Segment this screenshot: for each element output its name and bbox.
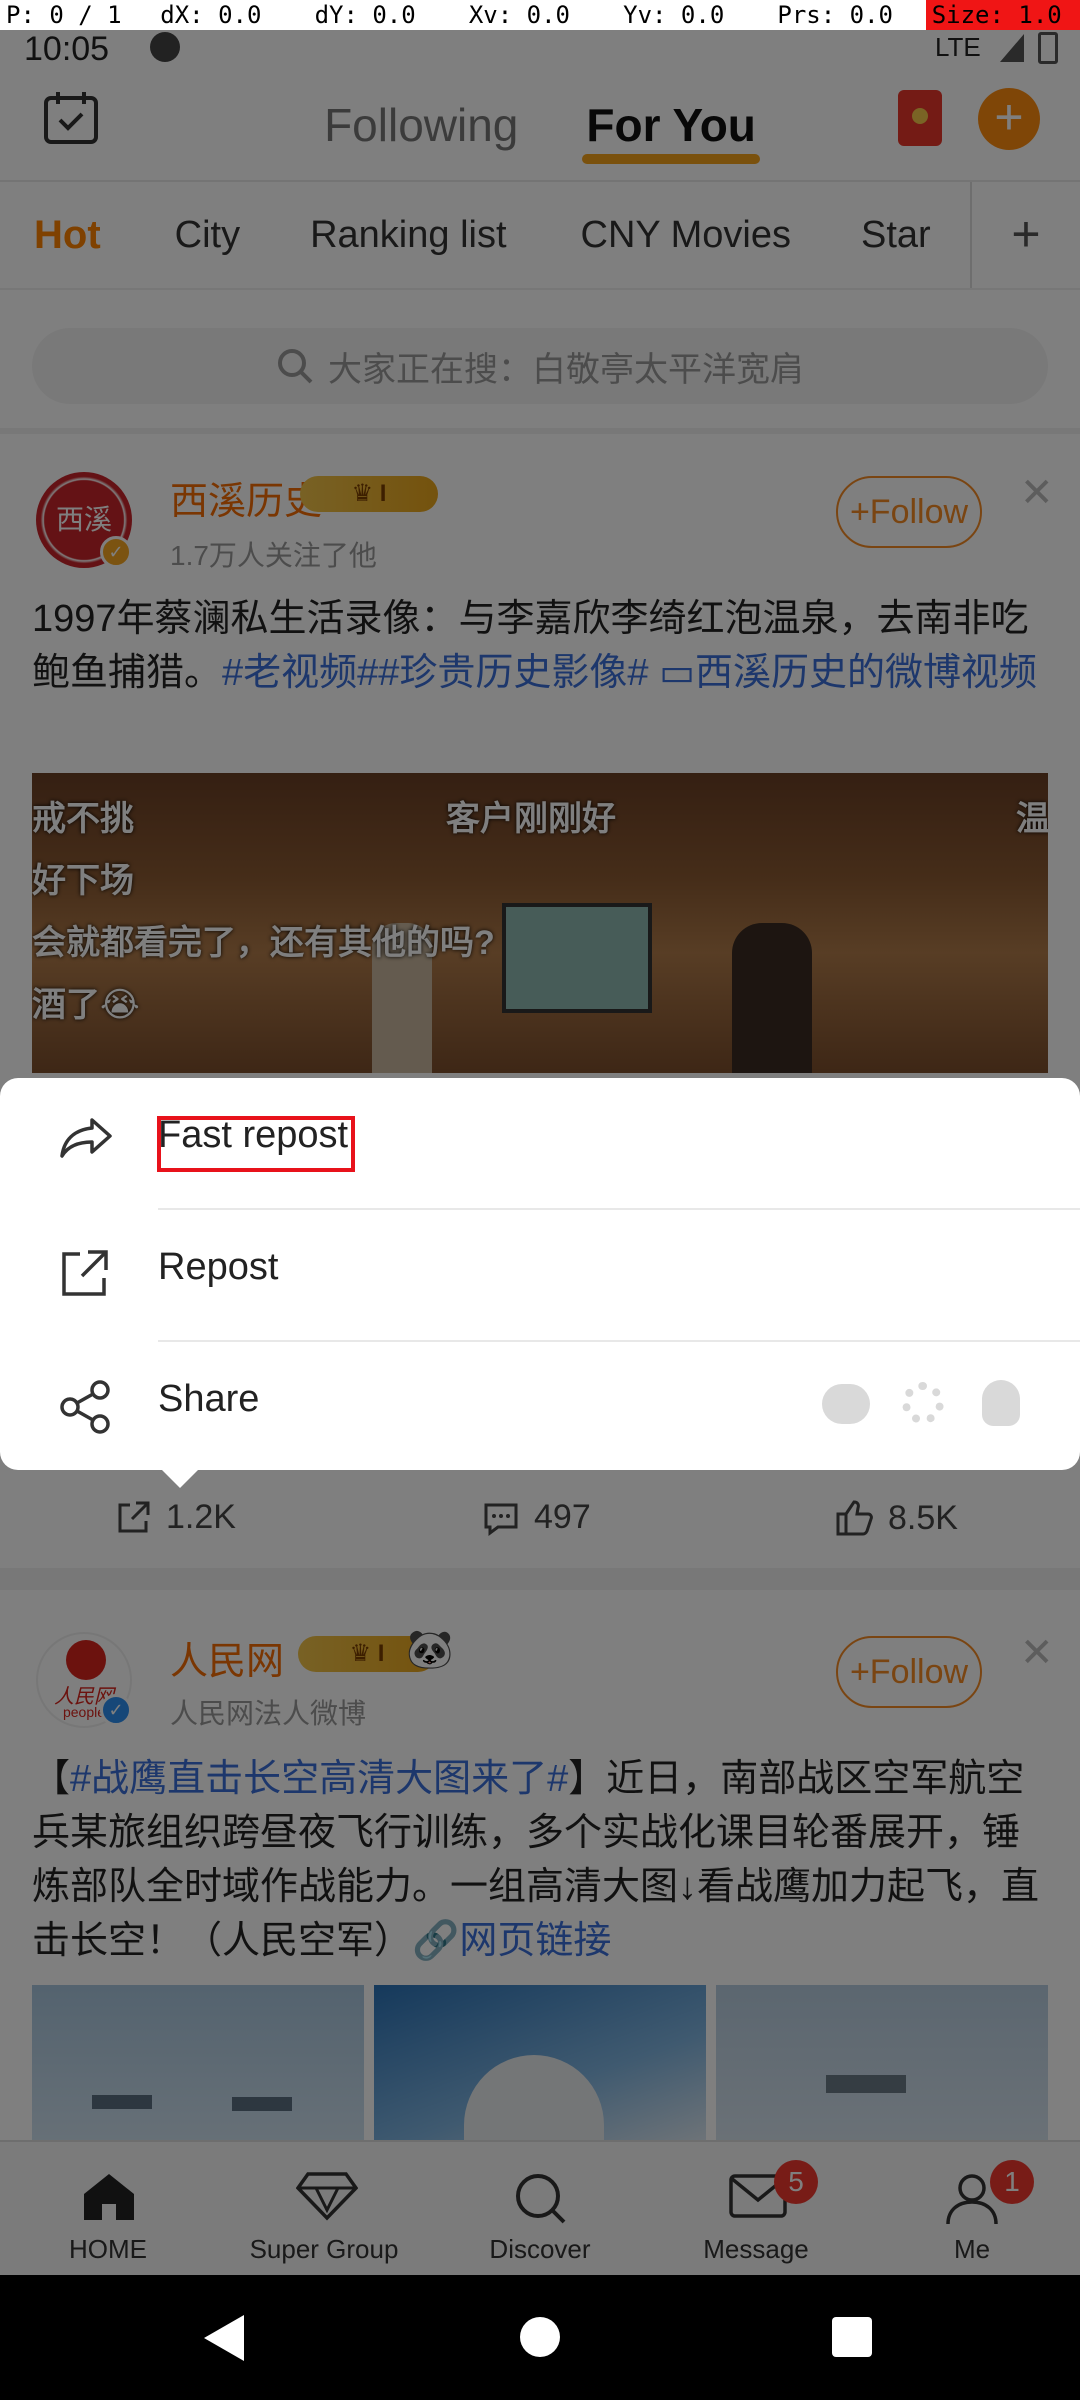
external-repost-icon bbox=[62, 1250, 108, 1296]
repost-label: Repost bbox=[158, 1246, 279, 1288]
weibo-app-screen: P: 0 / 1 dX: 0.0 dY: 0.0 Xv: 0.0 Yv: 0.0… bbox=[0, 0, 1080, 2400]
system-nav-bar bbox=[0, 2275, 1080, 2400]
recents-square-icon[interactable] bbox=[832, 2317, 872, 2357]
debug-yv: Yv: 0.0 bbox=[623, 1, 725, 29]
debug-size: Size: 1.0 bbox=[925, 0, 1080, 30]
home-circle-icon[interactable] bbox=[520, 2317, 560, 2357]
qq-icon[interactable] bbox=[982, 1380, 1020, 1426]
moments-icon[interactable] bbox=[902, 1382, 944, 1424]
sheet-pointer-arrow bbox=[160, 1468, 200, 1488]
debug-prs: Prs: 0.0 bbox=[777, 1, 893, 29]
debug-xv: Xv: 0.0 bbox=[468, 1, 570, 29]
touch-debug-bar: P: 0 / 1 dX: 0.0 dY: 0.0 Xv: 0.0 Yv: 0.0… bbox=[0, 0, 1080, 30]
debug-dy: dY: 0.0 bbox=[314, 1, 416, 29]
debug-dx: dX: 0.0 bbox=[160, 1, 262, 29]
forward-arrow-icon bbox=[60, 1118, 112, 1158]
repost-option[interactable]: Repost bbox=[0, 1210, 1080, 1340]
debug-pointer: P: 0 / 1 bbox=[6, 1, 122, 29]
wechat-icon[interactable] bbox=[822, 1384, 870, 1424]
share-nodes-icon bbox=[60, 1380, 110, 1434]
share-label: Share bbox=[158, 1378, 260, 1420]
share-option[interactable]: Share bbox=[0, 1342, 1080, 1472]
highlight-box bbox=[157, 1116, 355, 1172]
back-icon[interactable] bbox=[204, 2315, 244, 2361]
